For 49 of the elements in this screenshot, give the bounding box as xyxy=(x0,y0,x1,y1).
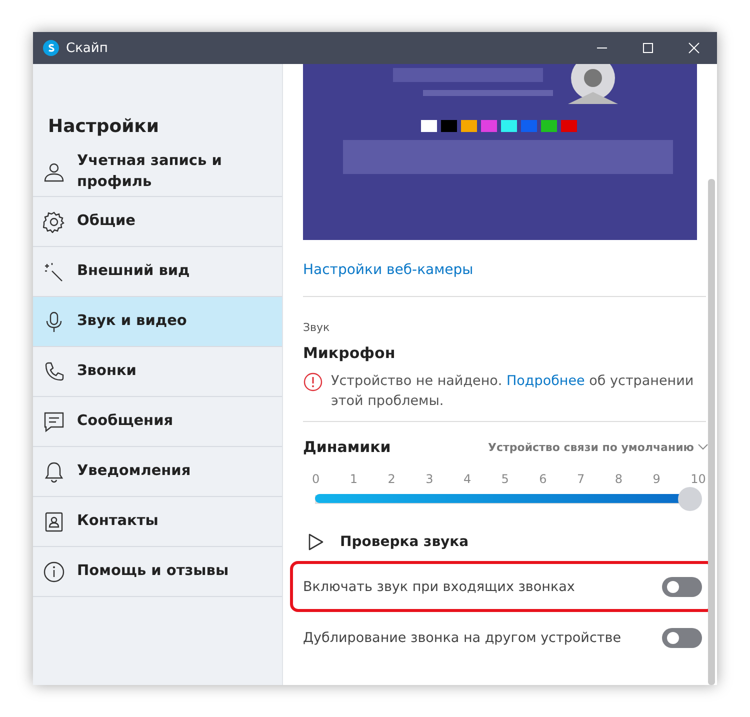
tick-label: 6 xyxy=(539,472,547,486)
tick-label: 7 xyxy=(577,472,585,486)
magic-wand-icon xyxy=(43,260,65,282)
sidebar-item[interactable]: Звук и видео xyxy=(33,297,282,347)
scrollbar[interactable] xyxy=(708,179,715,685)
speakers-title: Динамики xyxy=(303,438,391,456)
tick-label: 10 xyxy=(690,472,706,486)
toggle-label: Включать звук при входящих звонках xyxy=(303,578,575,594)
tick-label: 9 xyxy=(652,472,660,486)
details-link[interactable]: Подробнее xyxy=(506,373,585,389)
sound-test-button[interactable]: Проверка звука xyxy=(303,533,469,551)
sidebar-item[interactable]: Помощь и отзывы xyxy=(33,547,282,597)
bell-icon xyxy=(43,460,65,482)
tick-label: 2 xyxy=(388,472,396,486)
tick-label: 8 xyxy=(614,472,623,486)
app-logo-icon xyxy=(43,40,59,56)
device-dropdown[interactable]: Устройство связи по умолчанию xyxy=(488,440,708,454)
toggle-switch[interactable] xyxy=(662,628,702,648)
warning-text: Устройство не найдено. Подробнее об устранении этой проблемы. xyxy=(331,372,695,411)
sidebar-item[interactable]: Уведомления xyxy=(33,447,282,497)
message-icon xyxy=(43,410,65,432)
tick-label: 1 xyxy=(350,472,358,486)
tick-label: 5 xyxy=(501,472,509,486)
slider-thumb[interactable] xyxy=(678,487,702,511)
chevron-down-icon xyxy=(698,444,708,450)
maximize-icon xyxy=(642,42,654,54)
sidebar-item[interactable]: Звонки xyxy=(33,347,282,397)
contact-card-icon xyxy=(43,510,65,532)
person-icon xyxy=(43,160,65,182)
toggle-label: Дублирование звонка на другом устройстве xyxy=(303,630,621,646)
tick-label: 3 xyxy=(426,472,434,486)
sidebar-heading: Настройки xyxy=(47,116,160,139)
toggle-switch[interactable] xyxy=(662,576,702,596)
gear-icon xyxy=(43,210,65,232)
sidebar-item[interactable]: Сообщения xyxy=(33,397,282,447)
tick-label: 0 xyxy=(312,472,320,486)
microphone-title: Микрофон xyxy=(303,344,396,362)
tick-label: 4 xyxy=(463,472,472,486)
phone-icon xyxy=(43,360,65,382)
info-icon xyxy=(43,560,65,582)
sidebar-item[interactable]: Контакты xyxy=(33,497,282,547)
window-title: Скайп xyxy=(66,40,109,56)
sidebar-item[interactable]: Учетная запись и профиль xyxy=(33,147,282,197)
close-icon xyxy=(688,42,700,54)
play-icon xyxy=(308,533,324,551)
webcam-settings-link[interactable]: Настройки веб-камеры xyxy=(303,262,474,278)
section-label: Звук xyxy=(303,321,330,334)
warning-icon xyxy=(303,372,323,392)
sidebar-item[interactable]: Общие xyxy=(33,197,282,247)
